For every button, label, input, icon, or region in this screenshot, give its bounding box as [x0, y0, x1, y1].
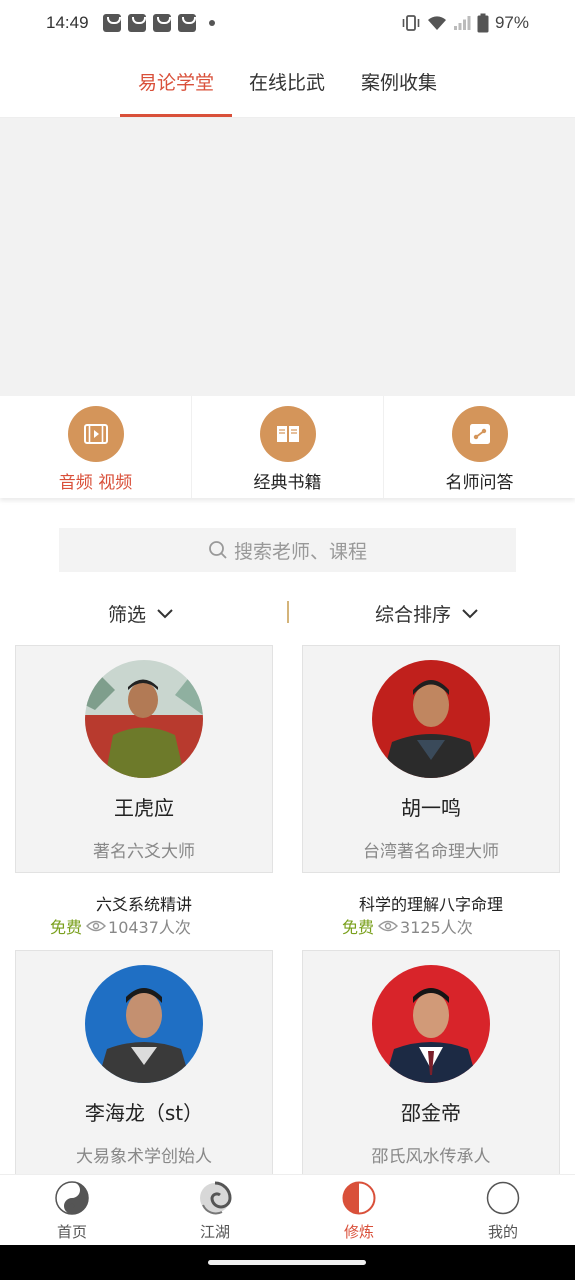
teacher-name: 邵金帝: [401, 1101, 461, 1125]
search-icon: [209, 541, 227, 559]
nav-label: 首页: [56, 1223, 87, 1241]
teacher-title: 大易象术学创始人: [76, 1147, 212, 1167]
price-badge: 免费: [342, 918, 375, 937]
tab-case-collection[interactable]: 案例收集: [361, 68, 437, 95]
teacher-avatar: [85, 965, 203, 1083]
view-count: 3125人次: [378, 914, 473, 938]
signal-icon: [453, 16, 471, 30]
video-icon: [67, 406, 124, 462]
chevron-down-icon: [157, 608, 173, 618]
course-meta: 免费 10437人次: [50, 914, 191, 938]
teacher-card[interactable]: 胡一鸣 台湾著名命理大师: [302, 645, 560, 873]
category-label: 经典书籍: [253, 473, 322, 493]
nav-item-practice[interactable]: 修炼: [287, 1175, 431, 1246]
wifi-icon: [427, 16, 446, 30]
teacher-name: 胡一鸣: [401, 796, 461, 820]
home-gesture-handle[interactable]: [208, 1260, 366, 1265]
category-label: 名师问答: [445, 473, 514, 493]
filter-divider: [287, 601, 289, 623]
view-count-text: 10437人次: [108, 918, 191, 937]
course-meta: 免费 3125人次: [342, 914, 473, 938]
nav-item-jianghu[interactable]: 江湖: [143, 1175, 287, 1246]
category-master-qa[interactable]: 名师问答: [384, 396, 575, 498]
view-count: 10437人次: [86, 914, 191, 938]
filter-label: 筛选: [108, 604, 147, 626]
teacher-card[interactable]: 王虎应 著名六爻大师: [15, 645, 273, 873]
nav-label: 江湖: [199, 1223, 230, 1241]
category-row: 音频 视频 经典书籍 名师问答: [0, 396, 575, 498]
teacher-title: 台湾著名命理大师: [363, 842, 499, 862]
search-placeholder: 搜索老师、课程: [233, 540, 367, 563]
half-circle-icon: [342, 1181, 376, 1215]
system-gesture-bar: [0, 1245, 575, 1280]
teacher-avatar: [85, 660, 203, 778]
nav-label: 我的: [487, 1223, 518, 1241]
course-title[interactable]: 科学的理解八字命理: [302, 891, 560, 915]
search-input[interactable]: 搜索老师、课程: [59, 528, 516, 572]
profile-circle-icon: [486, 1181, 520, 1215]
active-tab-indicator: [120, 114, 232, 117]
view-count-text: 3125人次: [400, 918, 473, 937]
course-title[interactable]: 六爻系统精讲: [15, 891, 273, 915]
tab-online-contest[interactable]: 在线比武: [249, 68, 325, 95]
notification-bag-icon: [103, 14, 121, 32]
yin-yang-icon: [55, 1181, 89, 1215]
swirl-icon: [200, 1181, 232, 1215]
eye-icon: [86, 920, 107, 932]
category-audio-video[interactable]: 音频 视频: [0, 396, 192, 498]
status-bar: 14:49 97%: [0, 0, 575, 48]
teacher-card[interactable]: 李海龙（st） 大易象术学创始人: [15, 950, 273, 1174]
status-time: 14:49: [46, 13, 89, 32]
book-icon: [259, 406, 316, 462]
sort-label: 综合排序: [375, 604, 452, 626]
notification-bag-icon: [178, 14, 196, 32]
filter-dropdown[interactable]: 筛选: [108, 600, 174, 627]
nav-item-home[interactable]: 首页: [0, 1175, 144, 1246]
teacher-avatar: [372, 965, 490, 1083]
status-right: 97%: [401, 13, 529, 33]
filter-row: 筛选 综合排序: [0, 592, 575, 632]
notification-icons: [103, 14, 215, 32]
teacher-avatar: [372, 660, 490, 778]
banner-area[interactable]: [0, 118, 575, 396]
price-badge: 免费: [50, 918, 83, 937]
teacher-title: 著名六爻大师: [93, 842, 195, 862]
top-tab-bar: 易论学堂 在线比武 案例收集: [0, 48, 575, 118]
nav-label: 修炼: [343, 1223, 374, 1241]
notification-bag-icon: [128, 14, 146, 32]
notification-bag-icon: [153, 14, 171, 32]
category-label: 音频 视频: [58, 473, 133, 493]
battery-percent: 97%: [494, 13, 529, 32]
sort-dropdown[interactable]: 综合排序: [375, 600, 479, 627]
teacher-name: 王虎应: [114, 796, 174, 820]
teacher-card[interactable]: 邵金帝 邵氏风水传承人: [302, 950, 560, 1174]
bottom-nav: 首页 江湖 修炼 我的: [0, 1174, 575, 1245]
tab-yilun-school[interactable]: 易论学堂: [138, 68, 214, 95]
more-notifications-dot-icon: [209, 20, 215, 26]
eye-icon: [378, 920, 399, 932]
category-classic-books[interactable]: 经典书籍: [192, 396, 384, 498]
chevron-down-icon: [462, 608, 478, 618]
qa-icon: [451, 406, 508, 462]
teacher-name: 李海龙（st）: [84, 1101, 204, 1125]
vibrate-icon: [402, 15, 420, 31]
nav-item-mine[interactable]: 我的: [431, 1175, 575, 1246]
battery-icon: [477, 13, 489, 33]
teacher-title: 邵氏风水传承人: [371, 1147, 491, 1167]
